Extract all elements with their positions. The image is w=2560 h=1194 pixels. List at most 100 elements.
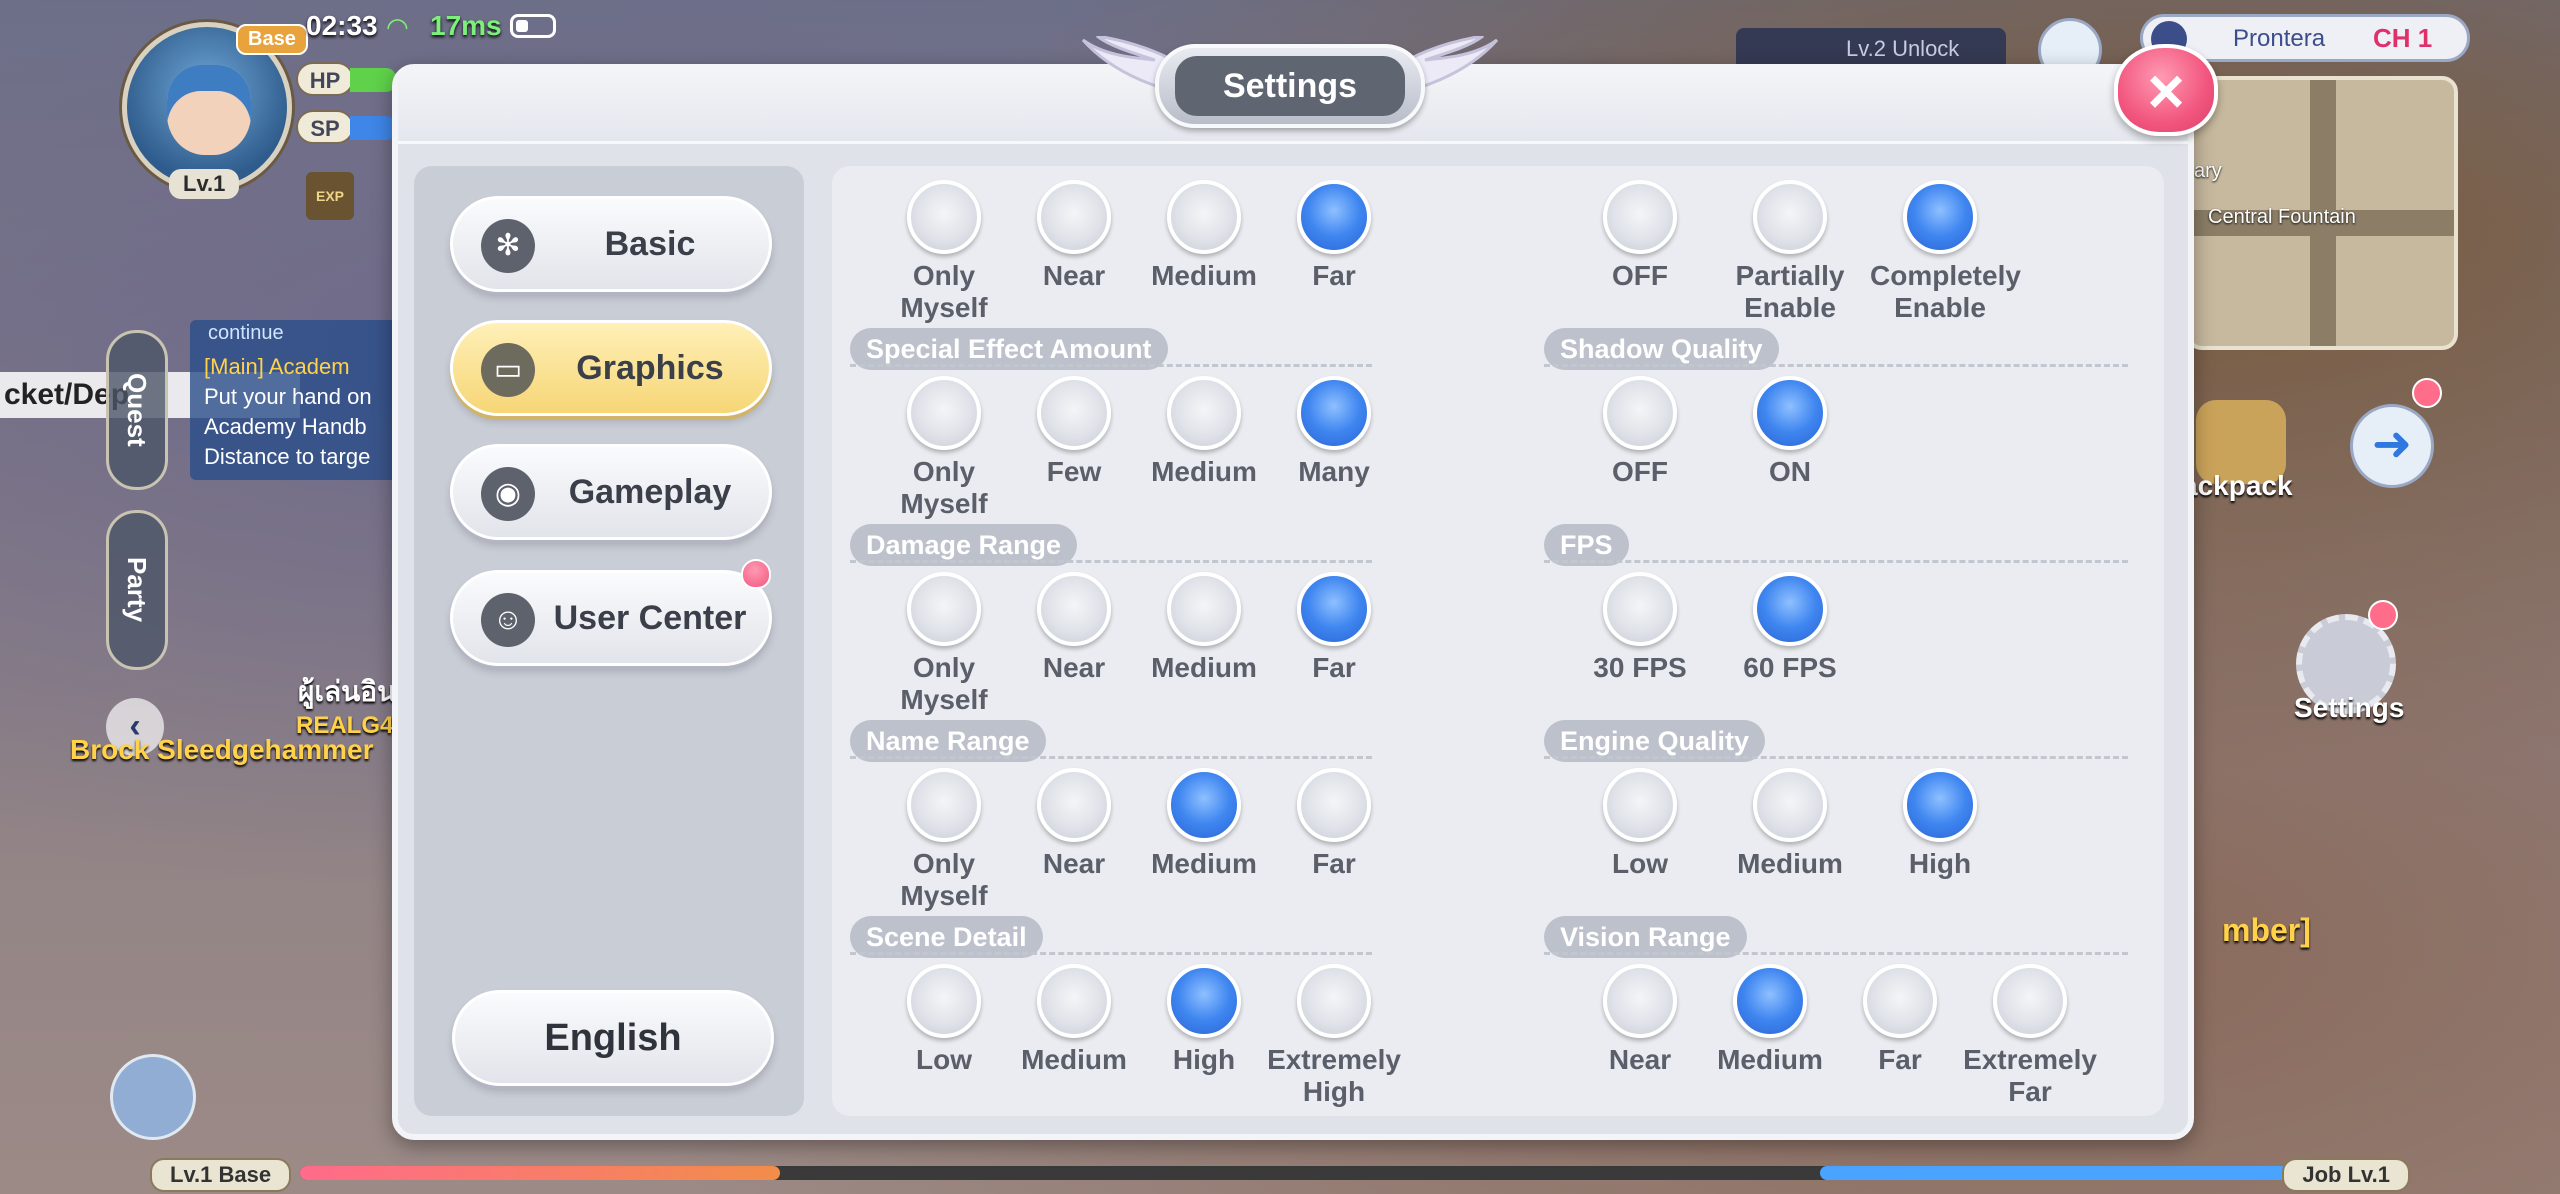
option-medium[interactable]: Medium: [1700, 964, 1840, 1076]
radio-button[interactable]: [1903, 768, 1977, 842]
arrow-right-icon[interactable]: ➜: [2350, 404, 2434, 488]
option-label: Near: [1042, 848, 1106, 879]
radio-button[interactable]: [1603, 180, 1677, 254]
option-label: OFF: [1612, 260, 1668, 291]
option-near[interactable]: Near: [1570, 964, 1710, 1076]
party-tab[interactable]: Party: [106, 510, 168, 670]
option-label: Extremely High: [1267, 1044, 1401, 1107]
radio-button[interactable]: [1993, 964, 2067, 1038]
radio-button[interactable]: [1603, 572, 1677, 646]
option-partially-enable[interactable]: Partially Enable: [1720, 180, 1860, 324]
radio-button[interactable]: [1037, 376, 1111, 450]
radio-button[interactable]: [1167, 768, 1241, 842]
radio-button[interactable]: [1753, 376, 1827, 450]
option-high[interactable]: High: [1134, 964, 1274, 1076]
option-low[interactable]: Low: [874, 964, 1014, 1076]
option-label: 30 FPS: [1593, 652, 1687, 683]
option-label: OFF: [1612, 456, 1668, 487]
option-high[interactable]: High: [1870, 768, 2010, 880]
option-only-myself[interactable]: Only Myself: [874, 376, 1014, 520]
base-level: Lv.1 Base: [150, 1158, 292, 1192]
radio-button[interactable]: [1167, 180, 1241, 254]
option-near[interactable]: Near: [1004, 572, 1144, 684]
emote-button[interactable]: [110, 1054, 196, 1140]
nav-user-center-button[interactable]: ☺ User Center: [450, 559, 772, 666]
user-icon: ☺: [481, 593, 535, 647]
option-only-myself[interactable]: Only Myself: [874, 572, 1014, 716]
option-only-myself[interactable]: Only Myself: [874, 768, 1014, 912]
radio-button[interactable]: [1297, 376, 1371, 450]
radio-button[interactable]: [1037, 964, 1111, 1038]
radio-button[interactable]: [907, 964, 981, 1038]
channel-selector[interactable]: CH 1: [2373, 23, 2432, 54]
option-completely-enable[interactable]: Completely Enable: [1870, 180, 2021, 324]
radio-button[interactable]: [907, 180, 981, 254]
radio-button[interactable]: [907, 376, 981, 450]
option-far[interactable]: Far: [1264, 768, 1404, 880]
option-off[interactable]: OFF: [1570, 180, 1710, 292]
option-many[interactable]: Many: [1264, 376, 1404, 488]
radio-button[interactable]: [907, 768, 981, 842]
option-far[interactable]: Far: [1830, 964, 1970, 1076]
option-off[interactable]: OFF: [1570, 376, 1710, 488]
option-on[interactable]: ON: [1720, 376, 1860, 488]
radio-button[interactable]: [1753, 572, 1827, 646]
close-button[interactable]: ×: [2114, 44, 2218, 136]
radio-button[interactable]: [1167, 964, 1241, 1038]
option-medium[interactable]: Medium: [1134, 180, 1274, 292]
option-label: Extremely Far: [1963, 1044, 2097, 1107]
option-low[interactable]: Low: [1570, 768, 1710, 880]
section-divider: [1544, 756, 2128, 759]
radio-button[interactable]: [1167, 572, 1241, 646]
settings-label[interactable]: Settings: [2294, 692, 2404, 724]
radio-button[interactable]: [1037, 572, 1111, 646]
radio-button[interactable]: [907, 572, 981, 646]
nav-label: Graphics: [576, 349, 724, 387]
option-medium[interactable]: Medium: [1134, 572, 1274, 684]
radio-button[interactable]: [1167, 376, 1241, 450]
radio-button[interactable]: [1297, 964, 1371, 1038]
radio-button[interactable]: [1603, 964, 1677, 1038]
minimap[interactable]: ary Central Fountain: [2186, 76, 2458, 350]
radio-button[interactable]: [1863, 964, 1937, 1038]
radio-button[interactable]: [1903, 180, 1977, 254]
language-button[interactable]: English: [452, 990, 774, 1086]
radio-button[interactable]: [1297, 180, 1371, 254]
option-medium[interactable]: Medium: [1134, 376, 1274, 488]
option-few[interactable]: Few: [1004, 376, 1144, 488]
radio-button[interactable]: [1733, 964, 1807, 1038]
radio-button[interactable]: [1037, 180, 1111, 254]
radio-button[interactable]: [1753, 180, 1827, 254]
option-near[interactable]: Near: [1004, 180, 1144, 292]
radio-button[interactable]: [1297, 768, 1371, 842]
option-near[interactable]: Near: [1004, 768, 1144, 880]
quest-line: Put your hand on: [204, 384, 372, 409]
option-medium[interactable]: Medium: [1720, 768, 1860, 880]
option-label: Only Myself: [900, 652, 988, 715]
option-extremely-high[interactable]: Extremely High: [1264, 964, 1404, 1108]
backpack-label[interactable]: ackpack: [2182, 470, 2293, 502]
quest-continue[interactable]: continue: [208, 322, 284, 345]
radio-button[interactable]: [1603, 768, 1677, 842]
option-medium[interactable]: Medium: [1004, 964, 1144, 1076]
player-level: Lv.1: [169, 169, 240, 199]
radio-button[interactable]: [1603, 376, 1677, 450]
nav-basic-button[interactable]: ✻ Basic: [450, 196, 772, 292]
radio-button[interactable]: [1297, 572, 1371, 646]
radio-button[interactable]: [1037, 768, 1111, 842]
option-medium[interactable]: Medium: [1134, 768, 1274, 880]
option-60-fps[interactable]: 60 FPS: [1720, 572, 1860, 684]
option-far[interactable]: Far: [1264, 572, 1404, 684]
nav-graphics-button[interactable]: ▭ Graphics: [450, 320, 772, 416]
radio-button[interactable]: [1753, 768, 1827, 842]
option-label: Only Myself: [900, 456, 988, 519]
option-only-myself[interactable]: Only Myself: [874, 180, 1014, 324]
quest-tab[interactable]: Quest: [106, 330, 168, 490]
nav-gameplay-button[interactable]: ◉ Gameplay: [450, 444, 772, 540]
option-30-fps[interactable]: 30 FPS: [1570, 572, 1710, 684]
section-divider: [850, 952, 1372, 955]
player-name: Brock Sleedgehammer: [70, 734, 374, 765]
option-label: Far: [1312, 260, 1356, 291]
option-extremely-far[interactable]: Extremely Far: [1960, 964, 2100, 1108]
option-far[interactable]: Far: [1264, 180, 1404, 292]
